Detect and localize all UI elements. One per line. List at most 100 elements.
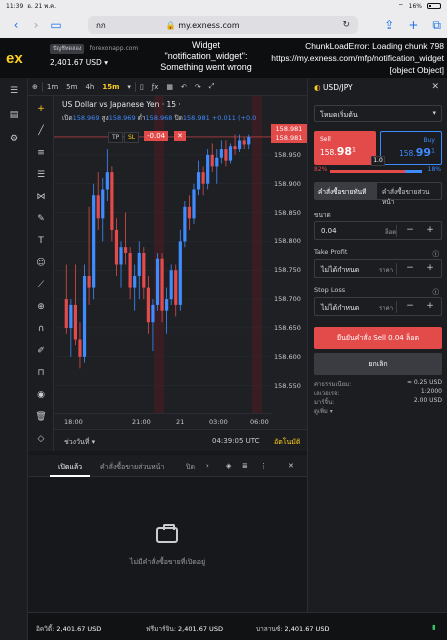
auto-scale-button[interactable]: อัตโนมัติ xyxy=(274,437,300,448)
exness-logo[interactable]: ex xyxy=(6,50,23,67)
sentiment-bar xyxy=(330,170,422,173)
calendar-icon[interactable]: ▤ xyxy=(8,110,20,120)
candle-body xyxy=(73,304,77,340)
new-tab-icon[interactable]: + xyxy=(408,18,418,33)
redo-icon[interactable]: ↷ xyxy=(191,83,205,91)
undo-icon[interactable]: ↶ xyxy=(177,83,191,91)
confirm-sell-button[interactable]: ยืนยันคำสั่ง Sell 0.04 ล็อต xyxy=(314,327,442,349)
date: อ. 21 พ.ค. xyxy=(27,3,57,10)
reader-aa[interactable]: กก xyxy=(96,19,106,32)
indicators-button[interactable]: ƒx xyxy=(148,83,163,91)
tab-closed[interactable]: ปิด xyxy=(186,462,195,473)
volume-minus[interactable]: − xyxy=(401,224,419,237)
timeframe-5m[interactable]: 5m xyxy=(62,83,81,91)
candle-body xyxy=(142,252,146,288)
trash-icon[interactable]: 🗑 xyxy=(34,412,48,422)
zoom-in-icon[interactable]: ⊕ xyxy=(34,302,48,312)
sl-minus[interactable]: − xyxy=(401,300,419,313)
bookmarks-icon[interactable]: ▭ xyxy=(46,18,66,32)
candle-body xyxy=(192,189,196,219)
chart-toolbar: ⊕ 1m 5m 4h 15m ▾ ▯ ƒx ▦ ↶ ↷ ⤢ xyxy=(28,78,307,96)
close-position-icon[interactable]: ✕ xyxy=(174,131,186,141)
candle-body xyxy=(105,172,109,190)
price-chart[interactable]: US Dollar vs Japanese Yen · 15 · เปิด158… xyxy=(54,96,307,429)
candle-body xyxy=(174,270,178,305)
more-icon[interactable]: ⋮ xyxy=(260,462,267,470)
timeframe-15m[interactable]: 15m xyxy=(98,83,123,91)
sell-button[interactable]: Sell 158.981 xyxy=(314,131,376,165)
fullscreen-icon[interactable]: ⤢ xyxy=(205,82,219,91)
position-pnl-tag[interactable]: -0.04 xyxy=(144,131,169,141)
tp-minus[interactable]: − xyxy=(401,262,419,275)
address-bar[interactable]: กก 🔒 my.exness.com ↻ xyxy=(88,16,358,34)
add-indicator-icon[interactable]: ⊕ xyxy=(28,83,42,91)
settings-icon[interactable]: ⚙ xyxy=(8,134,20,144)
cancel-button[interactable]: ยกเลิก xyxy=(314,353,442,375)
layout-icon[interactable]: ▦ xyxy=(162,83,177,91)
volume-plus[interactable]: + xyxy=(421,224,439,237)
tabs-next-icon[interactable]: › xyxy=(206,462,209,470)
time-axis[interactable]: 18:00 21:00 21 03:00 06:00 xyxy=(54,413,271,429)
more-details-link[interactable]: ดูเพิ่ม ▾ xyxy=(314,406,442,416)
fib-icon[interactable]: ☰ xyxy=(34,170,48,180)
view-toggle-icon[interactable]: ◈ xyxy=(226,462,231,470)
pattern-icon[interactable]: ⋈ xyxy=(34,192,48,202)
timeframe-dropdown-icon[interactable]: ▾ xyxy=(123,83,135,91)
menu-icon[interactable]: ☰ xyxy=(8,86,20,96)
price-axis[interactable]: 158.981 158.981 158.950 158.900 158.850 158… xyxy=(271,96,307,429)
stop-loss-field[interactable]: ไม่ได้กำหนด ราคา − + xyxy=(314,297,442,316)
candle-type-icon[interactable]: ▯ xyxy=(136,83,148,91)
session-highlight xyxy=(154,96,164,413)
price-tick: 158.750 xyxy=(274,266,301,275)
sl-info-icon[interactable]: ⓘ xyxy=(433,286,440,296)
draw-lock-icon[interactable]: ✐ xyxy=(34,346,48,356)
sl-plus[interactable]: + xyxy=(421,300,439,313)
symbol-title: ◐ USD/JPY xyxy=(314,83,353,92)
price-tick: 158.900 xyxy=(274,179,301,188)
time-tick: 03:00 xyxy=(209,418,228,426)
tp-plus[interactable]: + xyxy=(421,262,439,275)
emoji-icon[interactable]: ☺ xyxy=(34,258,48,268)
forward-icon[interactable]: › xyxy=(26,18,46,32)
reload-icon[interactable]: ↻ xyxy=(342,20,350,30)
candle-body xyxy=(101,189,105,219)
account-selector[interactable]: ปัญชีทดลอง forexonapp.com 2,401.67 USD ▾ xyxy=(50,44,138,67)
order-mode-select[interactable]: โหมดเริ่มต้น ▾ xyxy=(314,105,442,122)
tp-tag[interactable]: TP xyxy=(108,132,124,143)
brush-icon[interactable]: ✎ xyxy=(34,214,48,224)
back-icon[interactable]: ‹ xyxy=(6,18,26,32)
magnet-icon[interactable]: ∩ xyxy=(34,324,48,334)
candle-body xyxy=(69,304,73,328)
take-profit-field[interactable]: ไม่ได้กำหนด ราคา − + xyxy=(314,259,442,278)
price-tick: 158.850 xyxy=(274,208,301,217)
tp-info-icon[interactable]: ⓘ xyxy=(433,248,440,258)
pending-order-tab[interactable]: คำสั่งซื้อขายส่วนหน้า xyxy=(379,183,441,206)
stack-icon[interactable]: ≣ xyxy=(242,462,248,470)
text-icon[interactable]: T xyxy=(34,236,48,246)
sl-tag[interactable]: SL xyxy=(124,132,140,143)
close-order-panel-icon[interactable]: ✕ xyxy=(431,82,439,92)
volume-field[interactable]: 0.04 ล็อต − + xyxy=(314,221,442,240)
clock: 11:39 xyxy=(6,2,24,10)
trend-line-icon[interactable]: ╱ xyxy=(34,126,48,136)
volume-label: ขนาด xyxy=(314,211,331,219)
date-range-selector[interactable]: ช่วงวันที่ ▾ xyxy=(64,437,95,448)
close-panel-icon[interactable]: ✕ xyxy=(288,462,294,470)
buy-button[interactable]: Buy 158.991 xyxy=(380,131,442,165)
candle-body xyxy=(137,252,141,277)
crosshair-icon[interactable]: + xyxy=(34,104,48,114)
tab-pending[interactable]: คำสั่งซื้อขายส่วนหน้า xyxy=(100,462,164,473)
parallel-lines-icon[interactable]: ≡ xyxy=(34,148,48,158)
eye-icon[interactable]: ◉ xyxy=(34,390,48,400)
timeframe-1m[interactable]: 1m xyxy=(43,83,62,91)
tp-label: Take Profit xyxy=(314,248,348,256)
lock-icon[interactable]: ⊓ xyxy=(34,368,48,378)
object-tree-icon[interactable]: ◇ xyxy=(34,434,48,444)
battery-icon xyxy=(427,3,441,9)
tabs-icon[interactable]: ⧉ xyxy=(432,18,441,33)
share-icon[interactable]: ⇪ xyxy=(384,18,394,33)
tab-open[interactable]: เปิดแล้ว xyxy=(58,462,82,473)
timeframe-4h[interactable]: 4h xyxy=(81,83,98,91)
market-order-tab[interactable]: คำสั่งซื้อขายทันที xyxy=(315,183,377,199)
ruler-icon[interactable]: ⟋ xyxy=(34,280,48,290)
